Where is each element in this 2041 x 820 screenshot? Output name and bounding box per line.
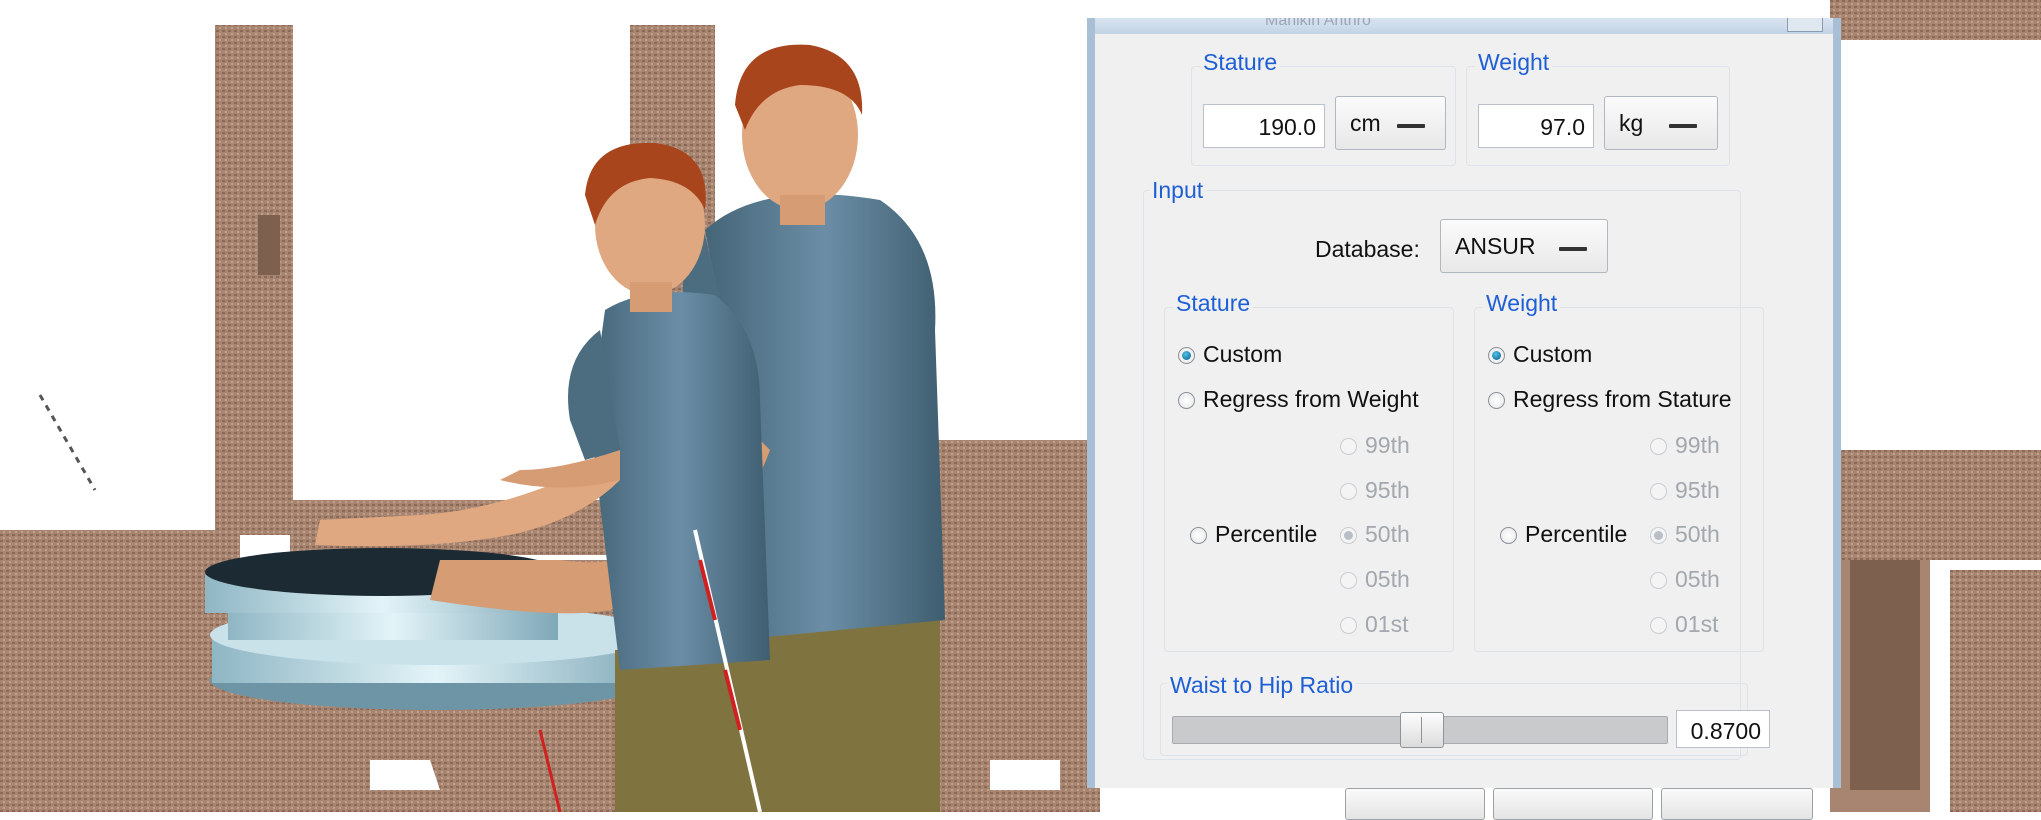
close-button[interactable] [1787, 18, 1823, 32]
radio-icon [1500, 527, 1517, 544]
stature-50th-label: 50th [1365, 521, 1410, 547]
weight-input-legend: Weight [1483, 290, 1561, 317]
stature-01st-radio: 01st [1340, 611, 1408, 641]
weight-01st-radio: 01st [1650, 611, 1718, 641]
waist-hip-value-field[interactable]: 0.8700 [1676, 710, 1770, 748]
radio-icon [1650, 617, 1667, 634]
stature-regress-label: Regress from Weight [1203, 386, 1419, 412]
radio-icon [1340, 617, 1357, 634]
bottom-button-1[interactable] [1345, 788, 1485, 820]
database-label: Database: [1315, 236, 1420, 262]
bottom-button-3[interactable] [1661, 788, 1813, 820]
stature-summary-legend: Stature [1200, 49, 1281, 76]
stature-value-field[interactable]: 190.0 [1203, 104, 1325, 148]
radio-icon [1178, 392, 1195, 409]
weight-value-field[interactable]: 97.0 [1478, 104, 1594, 148]
stature-regress-radio[interactable]: Regress from Weight [1178, 386, 1419, 416]
stature-05th-radio: 05th [1340, 566, 1410, 596]
radio-icon [1190, 527, 1207, 544]
radio-icon [1488, 347, 1505, 364]
dropdown-icon [1397, 124, 1425, 128]
stature-percentile-label: Percentile [1215, 521, 1318, 547]
3d-scene-right-strip [1830, 0, 2041, 812]
radio-icon [1340, 438, 1357, 455]
weight-05th-radio: 05th [1650, 566, 1720, 596]
weight-summary-legend: Weight [1475, 49, 1553, 76]
stature-custom-label: Custom [1203, 341, 1283, 367]
stature-01st-label: 01st [1365, 611, 1409, 637]
weight-99th-radio: 99th [1650, 432, 1720, 462]
stature-unit-dropdown[interactable]: cm [1335, 96, 1446, 150]
radio-icon [1340, 483, 1357, 500]
radio-icon [1178, 347, 1195, 364]
stature-99th-label: 99th [1365, 432, 1410, 458]
title-bar: Manikin Anthro [1095, 18, 1833, 34]
waist-hip-slider-thumb[interactable] [1400, 712, 1444, 748]
weight-percentile-label: Percentile [1525, 521, 1628, 547]
radio-icon [1340, 572, 1357, 589]
weight-50th-label: 50th [1675, 521, 1720, 547]
dropdown-icon [1559, 247, 1587, 251]
database-value: ANSUR [1455, 233, 1536, 259]
stature-unit-label: cm [1350, 110, 1381, 136]
stature-95th-label: 95th [1365, 477, 1410, 503]
stature-input-legend: Stature [1173, 290, 1254, 317]
stature-50th-radio: 50th [1340, 521, 1410, 551]
dropdown-icon [1669, 124, 1697, 128]
radio-icon [1488, 392, 1505, 409]
dialog-title: Manikin Anthro [1265, 18, 1371, 29]
radio-icon [1650, 527, 1667, 544]
stature-05th-label: 05th [1365, 566, 1410, 592]
waist-hip-legend: Waist to Hip Ratio [1167, 672, 1357, 699]
weight-01st-label: 01st [1675, 611, 1719, 637]
stature-99th-radio: 99th [1340, 432, 1410, 462]
radio-icon [1650, 572, 1667, 589]
weight-99th-label: 99th [1675, 432, 1720, 458]
input-legend: Input [1149, 177, 1207, 204]
stature-custom-radio[interactable]: Custom [1178, 341, 1282, 371]
radio-icon [1650, 483, 1667, 500]
stature-95th-radio: 95th [1340, 477, 1410, 507]
database-dropdown[interactable]: ANSUR [1440, 219, 1608, 273]
weight-percentile-radio[interactable]: Percentile [1500, 521, 1627, 551]
radio-icon [1650, 438, 1667, 455]
weight-unit-label: kg [1619, 110, 1644, 136]
weight-unit-dropdown[interactable]: kg [1604, 96, 1718, 150]
weight-custom-radio[interactable]: Custom [1488, 341, 1592, 371]
weight-50th-radio: 50th [1650, 521, 1720, 551]
weight-05th-label: 05th [1675, 566, 1720, 592]
weight-regress-label: Regress from Stature [1513, 386, 1732, 412]
3d-scene-viewport[interactable] [0, 0, 1100, 812]
bottom-button-2[interactable] [1493, 788, 1653, 820]
radio-icon [1340, 527, 1357, 544]
weight-95th-label: 95th [1675, 477, 1720, 503]
weight-95th-radio: 95th [1650, 477, 1720, 507]
stature-percentile-radio[interactable]: Percentile [1190, 521, 1317, 551]
weight-regress-radio[interactable]: Regress from Stature [1488, 386, 1732, 416]
weight-custom-label: Custom [1513, 341, 1593, 367]
